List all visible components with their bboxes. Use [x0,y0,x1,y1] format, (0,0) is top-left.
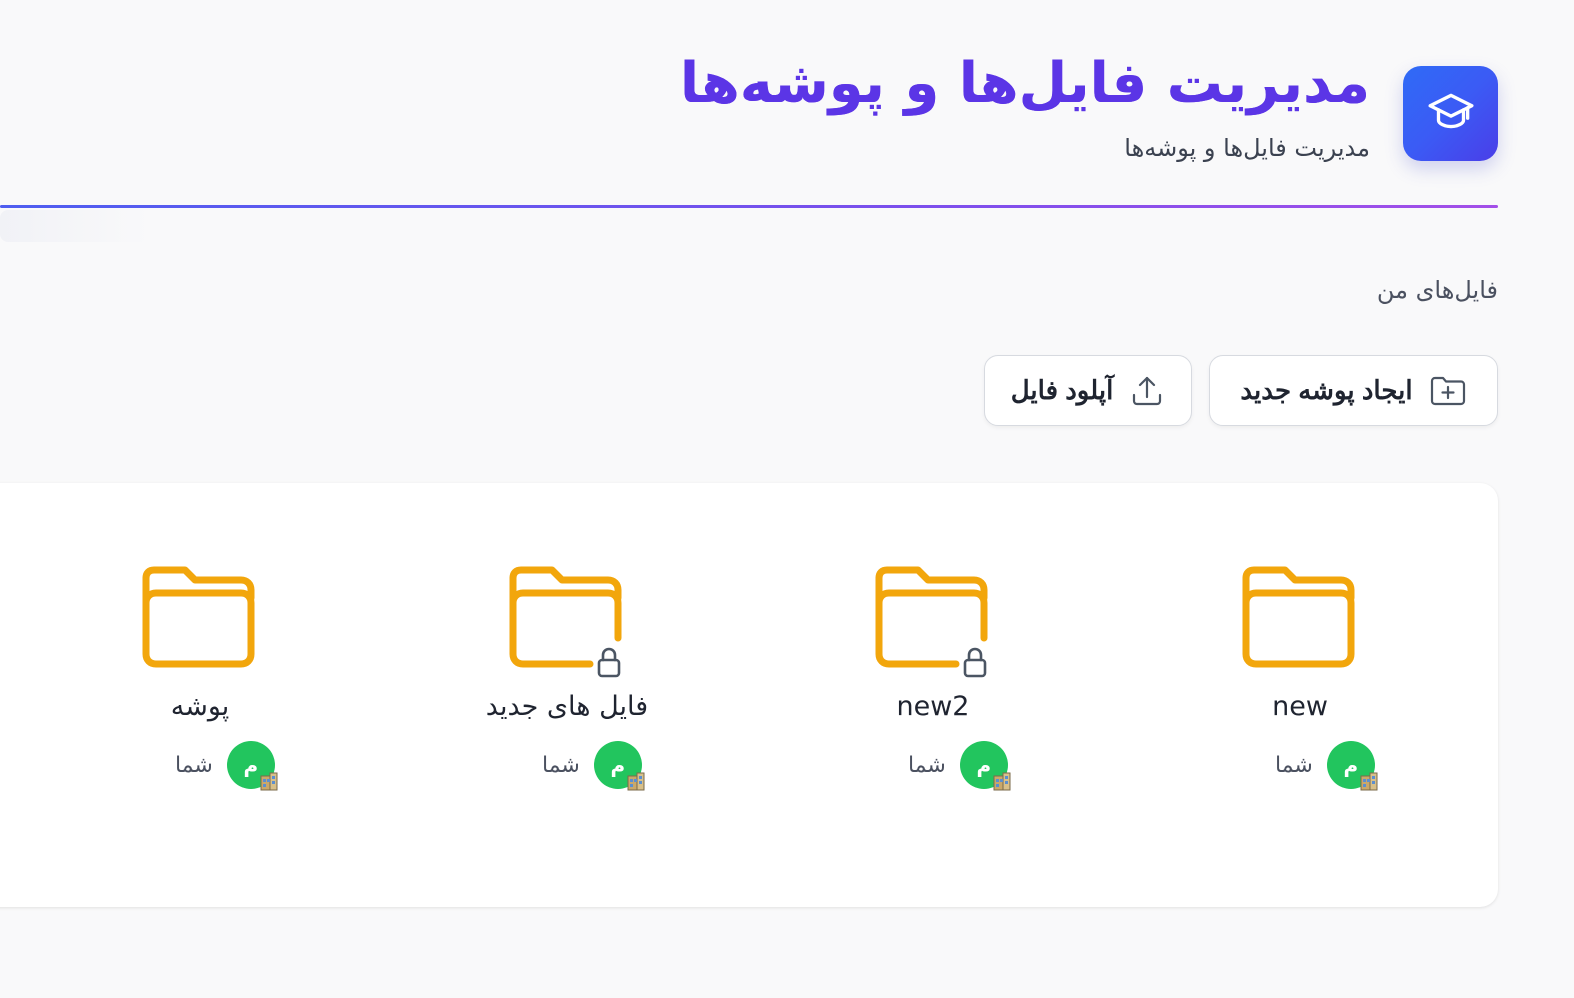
folder-name: پوشه [170,691,230,722]
upload-icon [1129,373,1165,409]
folder-name: new [1272,691,1328,722]
building-icon [260,772,278,791]
owner-label: شما [908,752,946,778]
folder-item[interactable]: new2 شما م [803,566,1063,806]
avatar-initial: م [610,753,626,777]
owner-info: شما م [542,740,645,791]
page-subtitle: مدیریت فایل‌ها و پوشه‌ها [1124,134,1370,162]
breadcrumb[interactable]: فایل‌های من [1377,276,1498,304]
folder-name: new2 [896,691,970,722]
building-icon [627,772,645,791]
lock-icon [597,647,621,678]
lock-icon [963,647,987,678]
folder-icon [1242,566,1355,668]
upload-file-label: آپلود فایل [1010,375,1114,405]
owner-label: شما [175,752,213,778]
file-manager-page: مدیریت فایل‌ها و پوشه‌ها مدیریت فایل‌ها … [0,0,1574,998]
folder-plus-icon [1429,375,1467,407]
new-folder-button[interactable]: ایجاد پوشه جدید [1209,355,1498,426]
app-logo [1403,66,1498,161]
avatar: م [593,741,645,791]
building-icon [1360,772,1378,791]
owner-info: شما م [175,740,278,791]
owner-label: شما [542,752,580,778]
file-grid: new شما م new2 شما م فایل های جدید شما م… [0,483,1498,907]
folder-item[interactable]: new شما م [1170,566,1430,806]
avatar-initial: م [976,753,992,777]
decorative-shadow [0,210,150,242]
new-folder-label: ایجاد پوشه جدید [1240,375,1413,405]
owner-label: شما [1275,752,1313,778]
avatar-initial: م [243,753,259,777]
avatar: م [226,741,278,791]
header-divider [0,205,1498,208]
folder-item[interactable]: فایل های جدید شما م [437,566,697,806]
avatar: م [959,741,1011,791]
page-title: مدیریت فایل‌ها و پوشه‌ها [680,48,1370,121]
owner-info: شما م [908,740,1011,791]
avatar: م [1326,741,1378,791]
upload-file-button[interactable]: آپلود فایل [984,355,1192,426]
avatar-initial: م [1343,753,1359,777]
folder-name: فایل های جدید [485,691,649,722]
graduation-cap-icon [1426,87,1476,141]
folder-item[interactable]: پوشه شما م [70,566,330,806]
folder-icon [142,566,255,668]
building-icon [993,772,1011,791]
owner-info: شما م [1275,740,1378,791]
